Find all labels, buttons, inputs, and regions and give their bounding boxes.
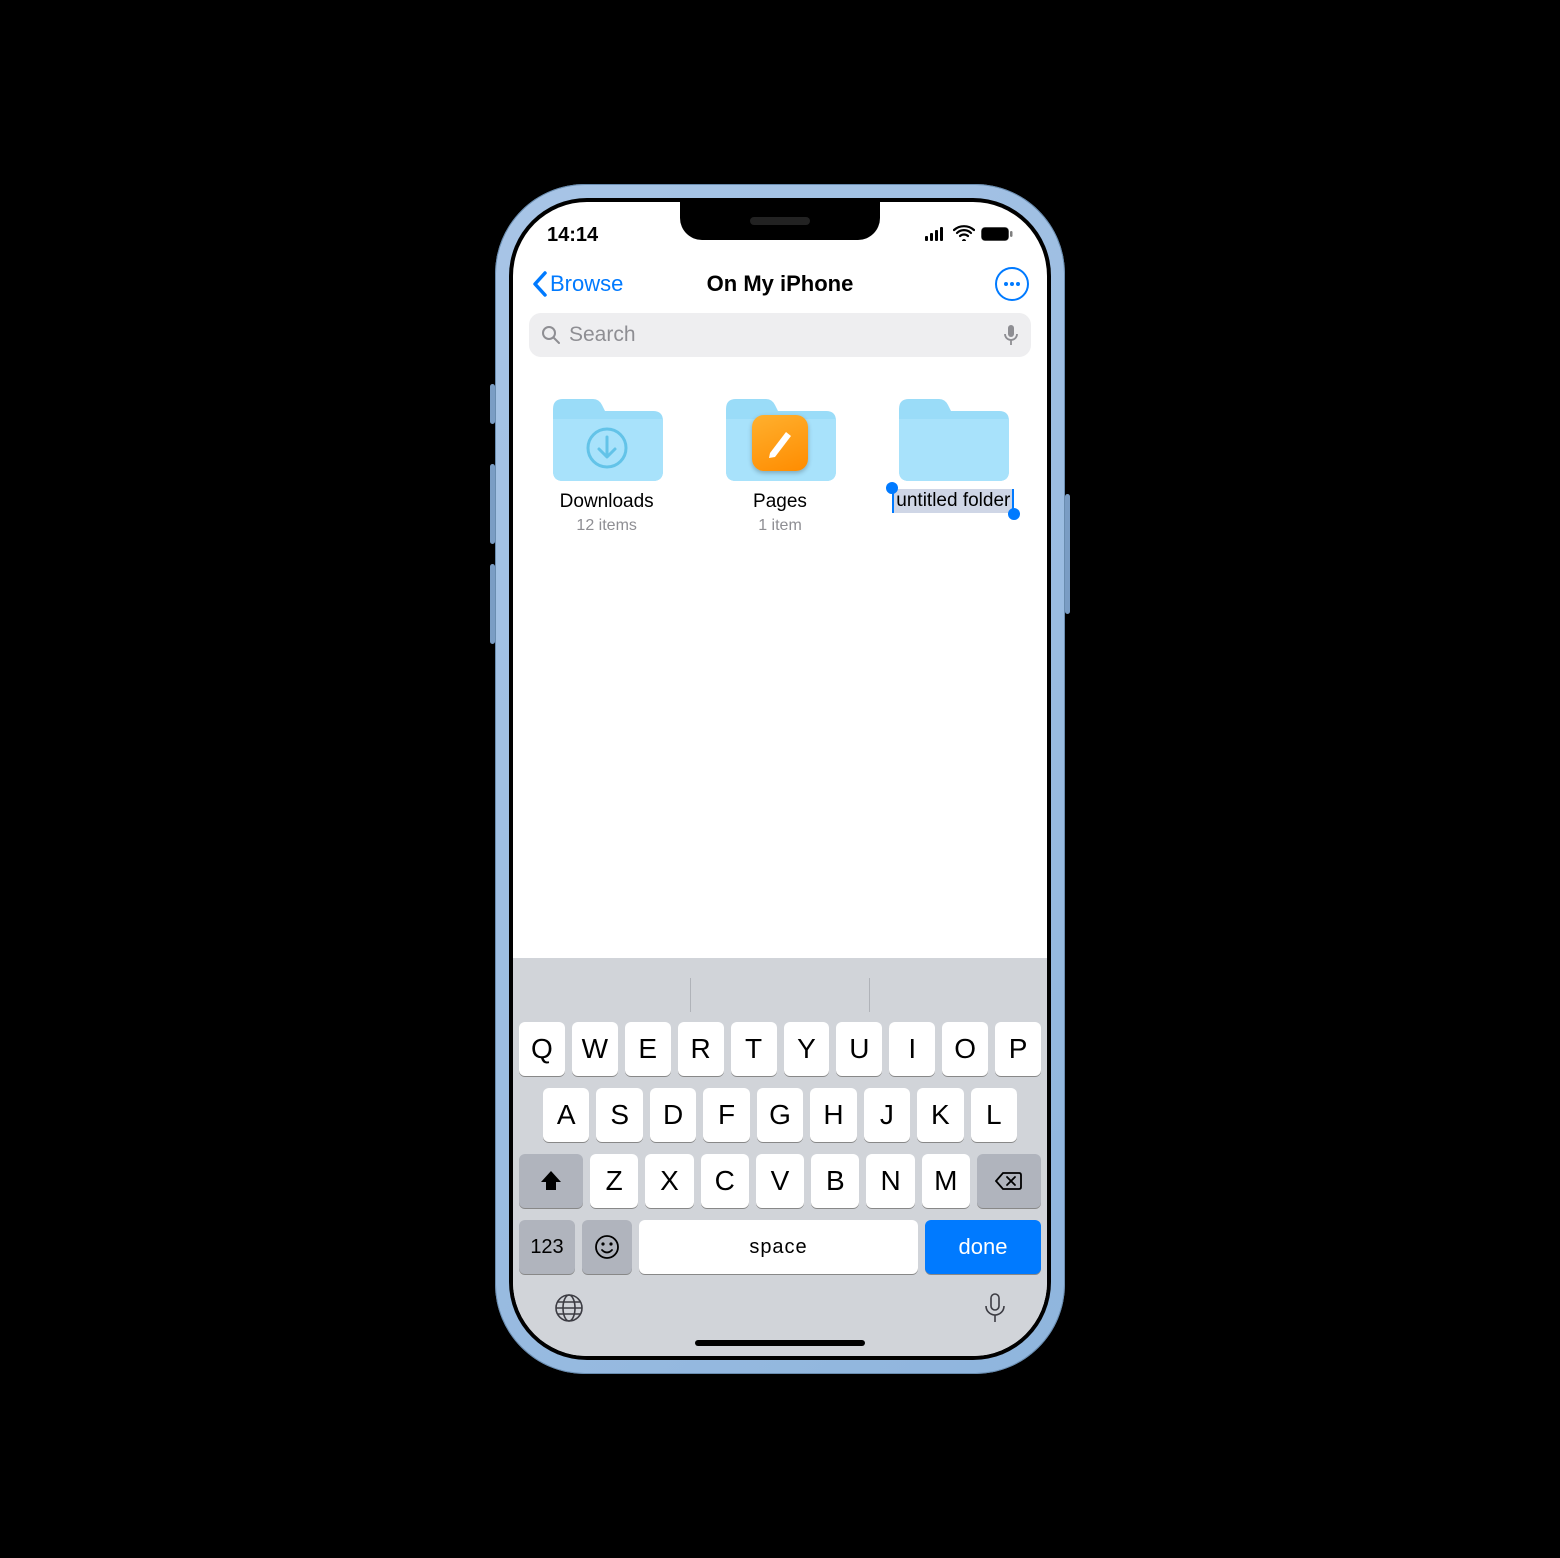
key-l[interactable]: L (971, 1088, 1017, 1142)
volume-up-button (490, 464, 495, 544)
volume-down-button (490, 564, 495, 644)
search-placeholder: Search (569, 323, 636, 347)
key-v[interactable]: V (756, 1154, 804, 1208)
key-h[interactable]: H (810, 1088, 856, 1142)
folder-pages[interactable]: Pages 1 item (702, 391, 857, 535)
key-e[interactable]: E (625, 1022, 671, 1076)
folder-icon (893, 391, 1013, 485)
backspace-icon (995, 1171, 1023, 1191)
more-button[interactable] (995, 267, 1029, 301)
key-a[interactable]: A (543, 1088, 589, 1142)
folder-downloads[interactable]: Downloads 12 items (529, 391, 684, 535)
key-u[interactable]: U (836, 1022, 882, 1076)
key-w[interactable]: W (572, 1022, 618, 1076)
key-y[interactable]: Y (784, 1022, 830, 1076)
nav-bar: Browse On My iPhone (513, 257, 1047, 311)
key-m[interactable]: M (922, 1154, 970, 1208)
key-c[interactable]: C (701, 1154, 749, 1208)
key-row-3: Z X C V B N M (513, 1154, 1047, 1220)
dictation-key[interactable] (983, 1292, 1007, 1329)
emoji-key[interactable] (582, 1220, 632, 1274)
key-s[interactable]: S (596, 1088, 642, 1142)
key-i[interactable]: I (889, 1022, 935, 1076)
folder-subtitle: 12 items (576, 517, 636, 535)
key-r[interactable]: R (678, 1022, 724, 1076)
ellipsis-icon (1004, 282, 1020, 286)
folder-subtitle: 1 item (758, 517, 802, 535)
key-g[interactable]: G (757, 1088, 803, 1142)
emoji-icon (594, 1234, 620, 1260)
chevron-left-icon (531, 270, 548, 298)
folder-label: Downloads (560, 491, 654, 513)
folder-new-editing[interactable]: untitled folder (876, 391, 1031, 513)
status-time: 14:14 (547, 224, 598, 247)
back-button[interactable]: Browse (531, 270, 623, 298)
shift-key[interactable] (519, 1154, 583, 1208)
power-button (1065, 494, 1070, 614)
key-o[interactable]: O (942, 1022, 988, 1076)
key-d[interactable]: D (650, 1088, 696, 1142)
microphone-icon (983, 1292, 1007, 1324)
home-indicator[interactable] (695, 1340, 865, 1346)
keyboard: Q W E R T Y U I O P A S D F G H (513, 958, 1047, 1356)
folder-label: Pages (753, 491, 807, 513)
folder-name-text: untitled folder (896, 490, 1010, 511)
pages-app-icon (752, 415, 808, 471)
key-x[interactable]: X (645, 1154, 693, 1208)
notch (680, 202, 880, 240)
globe-key[interactable] (553, 1292, 585, 1329)
key-n[interactable]: N (866, 1154, 914, 1208)
backspace-key[interactable] (977, 1154, 1041, 1208)
screen: 14:14 (513, 202, 1047, 1356)
cellular-icon (925, 224, 947, 247)
space-key[interactable]: space (639, 1220, 918, 1274)
search-input[interactable]: Search (529, 313, 1031, 357)
shift-icon (539, 1169, 563, 1193)
key-k[interactable]: K (917, 1088, 963, 1142)
battery-icon (981, 224, 1013, 247)
done-key[interactable]: done (925, 1220, 1041, 1274)
folder-name-input[interactable]: untitled folder (892, 489, 1014, 513)
key-row-4: 123 space done (513, 1220, 1047, 1284)
key-b[interactable]: B (811, 1154, 859, 1208)
globe-icon (553, 1292, 585, 1324)
phone-frame: 14:14 (495, 184, 1065, 1374)
folder-grid: Downloads 12 items Pages (513, 367, 1047, 958)
key-row-2: A S D F G H J K L (513, 1088, 1047, 1154)
predictive-bar[interactable] (513, 968, 1047, 1022)
search-icon (541, 325, 561, 345)
microphone-icon[interactable] (1003, 324, 1019, 346)
key-z[interactable]: Z (590, 1154, 638, 1208)
selection-handle-end[interactable] (1008, 508, 1020, 520)
key-j[interactable]: J (864, 1088, 910, 1142)
download-badge-icon (586, 427, 628, 474)
key-q[interactable]: Q (519, 1022, 565, 1076)
key-row-1: Q W E R T Y U I O P (513, 1022, 1047, 1088)
wifi-icon (953, 224, 975, 247)
key-f[interactable]: F (703, 1088, 749, 1142)
numeric-key[interactable]: 123 (519, 1220, 575, 1274)
back-label: Browse (550, 271, 623, 297)
key-t[interactable]: T (731, 1022, 777, 1076)
mute-switch (490, 384, 495, 424)
key-p[interactable]: P (995, 1022, 1041, 1076)
